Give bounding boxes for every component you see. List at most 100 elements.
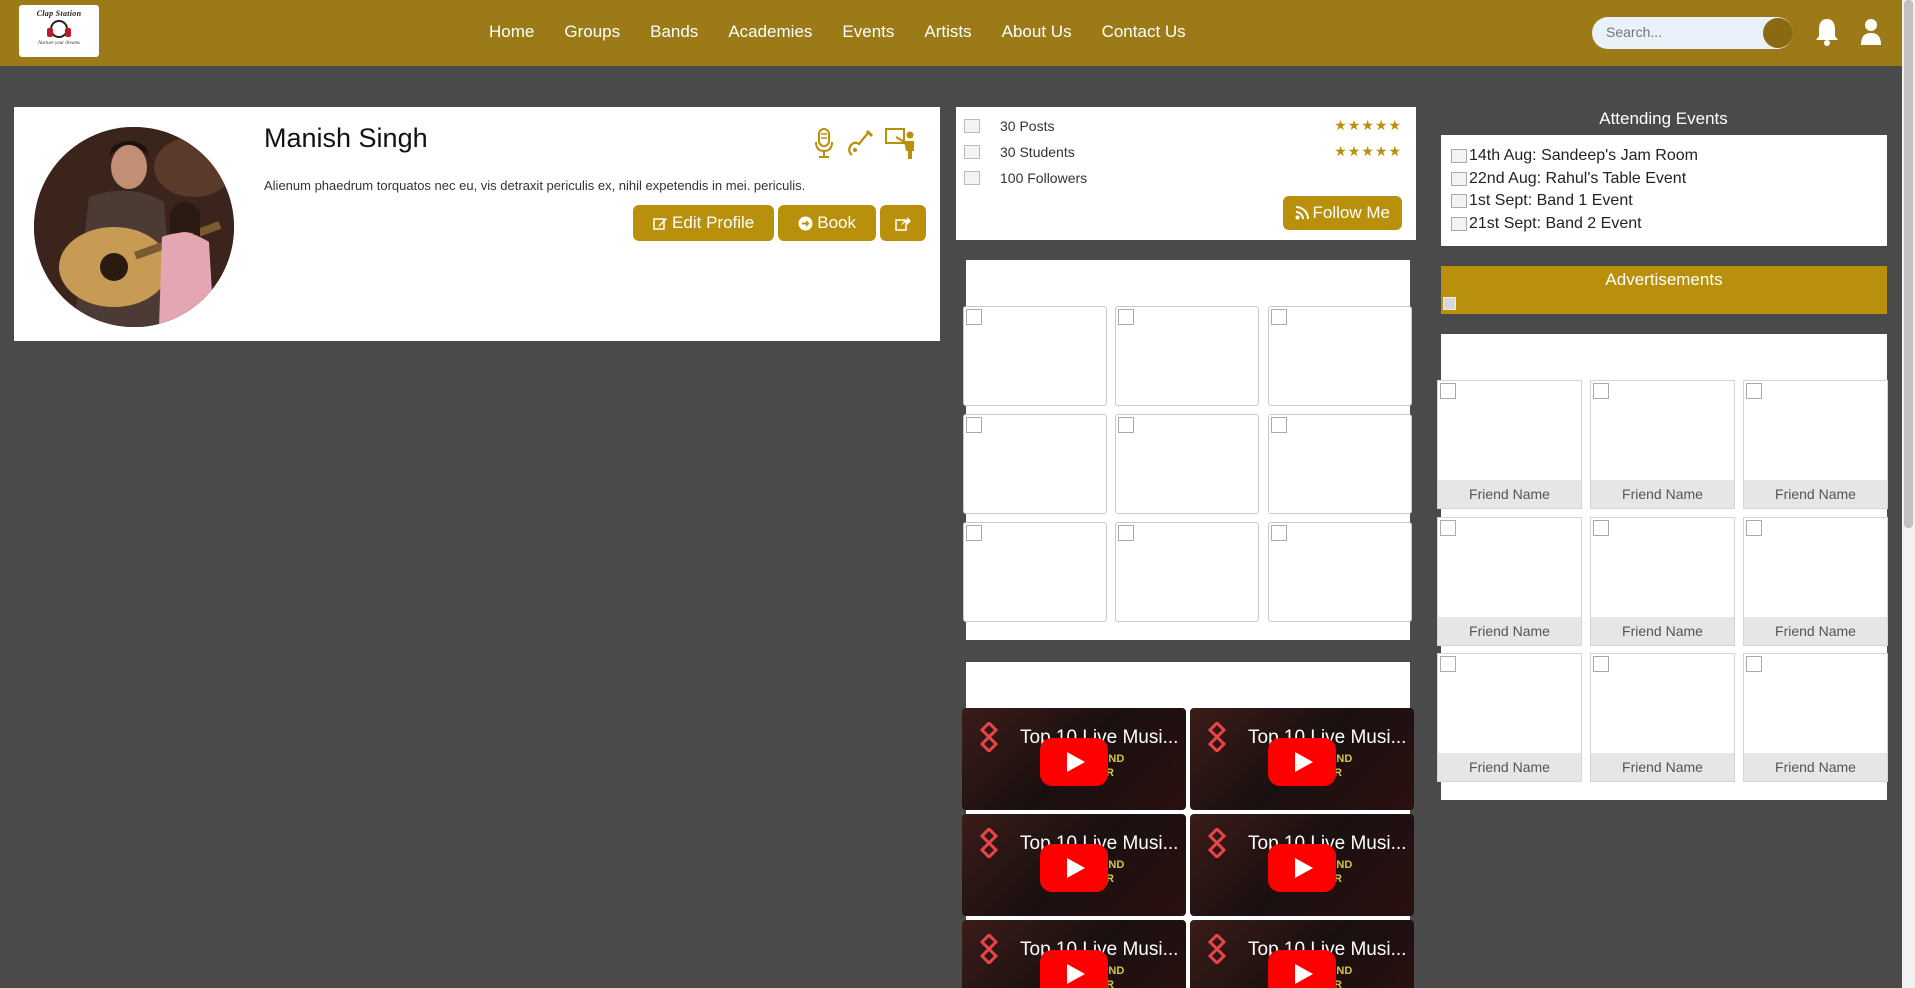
nav-events[interactable]: Events: [842, 22, 894, 42]
event-item[interactable]: 22nd Aug: Rahul's Table Event: [1451, 168, 1887, 191]
friend-card[interactable]: Friend Name: [1590, 653, 1735, 782]
stat-posts: 30 Posts: [964, 118, 1054, 134]
gallery-image[interactable]: [963, 414, 1107, 514]
play-icon[interactable]: [1040, 844, 1108, 892]
nav-academies[interactable]: Academies: [728, 22, 812, 42]
video-thumbnail[interactable]: Top 10 Live Musi... MUSIC BANDDELHI/NCR: [1190, 708, 1414, 810]
nav-about-us[interactable]: About Us: [1002, 22, 1072, 42]
gallery-image[interactable]: [1115, 414, 1259, 514]
followers-icon: [964, 171, 980, 185]
gallery-image[interactable]: [1268, 414, 1412, 514]
event-item[interactable]: 1st Sept: Band 1 Event: [1451, 190, 1887, 213]
friend-card[interactable]: Friend Name: [1590, 380, 1735, 509]
share-button[interactable]: [880, 205, 926, 241]
search-input[interactable]: [1606, 24, 1766, 40]
search-box: [1592, 17, 1793, 49]
arrow-circle-right-icon: [798, 216, 813, 230]
edit-profile-button[interactable]: Edit Profile: [633, 205, 775, 241]
channel-logo-icon: [979, 828, 999, 858]
friend-name: Friend Name: [1744, 753, 1887, 781]
play-icon[interactable]: [1268, 950, 1336, 988]
video-thumbnail[interactable]: Top 10 Live Musi... MUSIC BANDDELHI/NCR: [962, 708, 1186, 810]
posts-icon: [964, 119, 980, 133]
friend-card[interactable]: Friend Name: [1743, 380, 1888, 509]
profile-avatar: [34, 127, 234, 327]
friend-name: Friend Name: [1591, 617, 1734, 645]
advertisements-panel: Advertisements: [1441, 266, 1887, 314]
video-thumbnail[interactable]: Top 10 Live Musi... MUSIC BANDDELHI/NCR: [962, 920, 1186, 988]
friend-name: Friend Name: [1744, 480, 1887, 508]
play-icon[interactable]: [1268, 844, 1336, 892]
nav-artists[interactable]: Artists: [924, 22, 971, 42]
stat-followers-text: 100 Followers: [1000, 170, 1088, 186]
event-image-icon: [1451, 171, 1467, 186]
friend-card[interactable]: Friend Name: [1743, 653, 1888, 782]
ad-image[interactable]: [1443, 297, 1456, 310]
gallery-image[interactable]: [1268, 306, 1412, 406]
bell-icon[interactable]: [1813, 16, 1841, 48]
students-icon: [964, 145, 980, 159]
event-image-icon: [1451, 216, 1467, 231]
user-icon[interactable]: [1857, 16, 1885, 48]
play-icon[interactable]: [1040, 738, 1108, 786]
event-text: 14th Aug: Sandeep's Jam Room: [1469, 147, 1698, 165]
profile-role-icons: [812, 127, 920, 161]
nav-home[interactable]: Home: [489, 22, 534, 42]
channel-logo-icon: [979, 934, 999, 964]
play-icon[interactable]: [1268, 738, 1336, 786]
friend-card[interactable]: Friend Name: [1437, 380, 1582, 509]
share-icon: [895, 216, 911, 231]
edit-icon: [653, 217, 668, 230]
friend-name: Friend Name: [1744, 617, 1887, 645]
friend-card[interactable]: Friend Name: [1743, 517, 1888, 646]
play-icon[interactable]: [1040, 950, 1108, 988]
channel-logo-icon: [1207, 722, 1227, 752]
gallery-image[interactable]: [963, 522, 1107, 622]
stat-students-text: 30 Students: [1000, 144, 1075, 160]
friend-name: Friend Name: [1591, 480, 1734, 508]
friend-name: Friend Name: [1438, 617, 1581, 645]
rating-stars: ★★★★★: [1334, 143, 1402, 159]
channel-logo-icon: [1207, 828, 1227, 858]
friend-card[interactable]: Friend Name: [1437, 517, 1582, 646]
gallery-image[interactable]: [1115, 522, 1259, 622]
event-text: 21st Sept: Band 2 Event: [1469, 214, 1642, 232]
search-button[interactable]: [1763, 18, 1793, 48]
nav-contact-us[interactable]: Contact Us: [1102, 22, 1186, 42]
event-item[interactable]: 14th Aug: Sandeep's Jam Room: [1451, 145, 1887, 168]
event-text: 1st Sept: Band 1 Event: [1469, 192, 1633, 210]
scrollbar-thumb[interactable]: [1904, 0, 1913, 528]
book-label: Book: [817, 213, 856, 232]
stats-card: 30 Posts ★★★★★ 30 Students ★★★★★ 100 Fol…: [956, 107, 1416, 240]
video-thumbnail[interactable]: Top 10 Live Musi... MUSIC BANDDELHI/NCR: [1190, 920, 1414, 988]
friend-name: Friend Name: [1591, 753, 1734, 781]
event-item[interactable]: 21st Sept: Band 2 Event: [1451, 213, 1887, 236]
video-thumbnail[interactable]: Top 10 Live Musi... MUSIC BANDDELHI/NCR: [962, 814, 1186, 916]
main-nav: Home Groups Bands Academies Events Artis…: [489, 22, 1216, 42]
nav-groups[interactable]: Groups: [564, 22, 620, 42]
video-thumbnail[interactable]: Top 10 Live Musi... MUSIC BANDDELHI/NCR: [1190, 814, 1414, 916]
friend-card[interactable]: Friend Name: [1590, 517, 1735, 646]
gallery-image[interactable]: [1268, 522, 1412, 622]
friend-name: Friend Name: [1438, 753, 1581, 781]
gallery-image[interactable]: [963, 306, 1107, 406]
site-logo[interactable]: Clap Station Nurture your dreams: [19, 5, 99, 57]
rating-stars: ★★★★★: [1334, 117, 1402, 133]
follow-me-button[interactable]: Follow Me: [1282, 196, 1402, 230]
guitar-icon: [848, 129, 874, 156]
friends-grid: Friend Name Friend Name Friend Name Frie…: [1437, 334, 1888, 800]
channel-logo-icon: [979, 722, 999, 752]
stat-followers: 100 Followers: [964, 170, 1087, 186]
friend-card[interactable]: Friend Name: [1437, 653, 1582, 782]
gallery-image[interactable]: [1115, 306, 1259, 406]
profile-actions: Edit Profile Book: [633, 205, 926, 241]
rss-icon: [1295, 206, 1309, 220]
stat-posts-text: 30 Posts: [1000, 118, 1055, 134]
logo-tagline: Nurture your dreams: [38, 41, 80, 46]
profile-name: Manish Singh: [264, 123, 428, 153]
advertisements-heading: Advertisements: [1605, 270, 1723, 289]
profile-card: Manish Singh Alienum phaedrum torquatos …: [14, 107, 940, 341]
nav-bands[interactable]: Bands: [650, 22, 698, 42]
book-button[interactable]: Book: [778, 205, 876, 241]
edit-profile-label: Edit Profile: [672, 213, 755, 232]
